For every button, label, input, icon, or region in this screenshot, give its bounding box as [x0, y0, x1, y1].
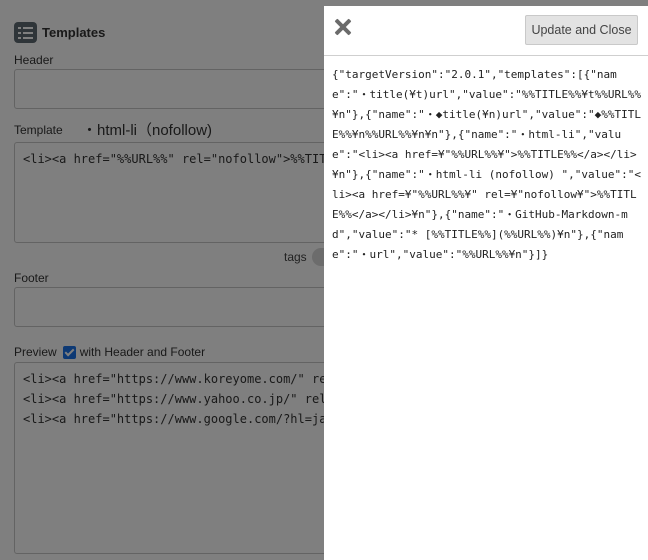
update-and-close-button[interactable]: Update and Close: [525, 15, 638, 45]
close-icon[interactable]: [332, 16, 354, 38]
import-export-panel: Update and Close {"targetVersion":"2.0.1…: [324, 6, 648, 560]
settings-json-textarea[interactable]: {"targetVersion":"2.0.1","templates":[{"…: [324, 55, 648, 560]
